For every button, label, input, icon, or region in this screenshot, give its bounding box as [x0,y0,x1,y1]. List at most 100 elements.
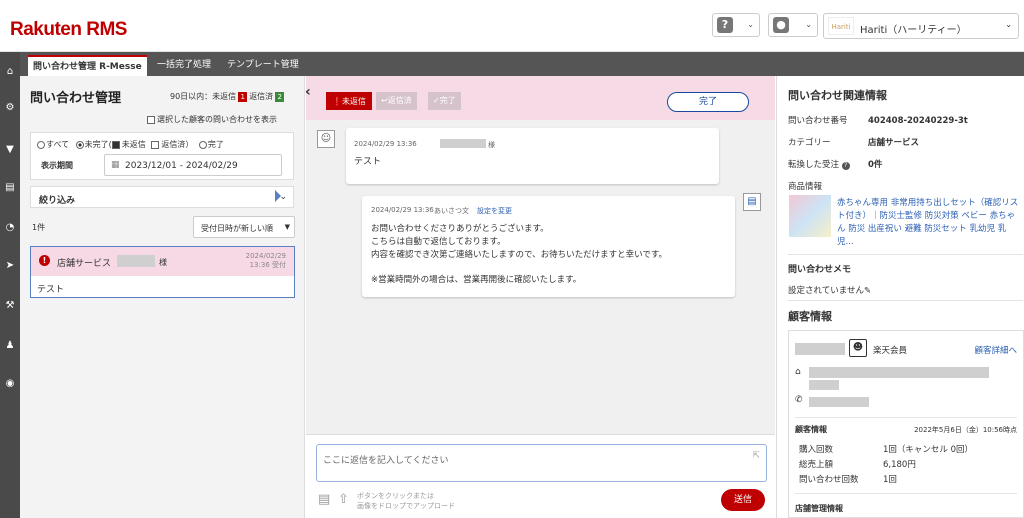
customer-info-label: 顧客情報 [795,425,827,434]
complete-button[interactable]: 完了 [667,92,749,112]
period-input[interactable]: ▦ 2023/12/01 - 2024/02/29 [104,154,282,176]
alert-icon: ! [39,255,50,266]
help-icon: ? [717,17,733,33]
cart-icon[interactable]: ▼ [4,144,16,156]
send-button[interactable]: 送信 [721,489,765,511]
shop-name: Hariti（ハーリティー） [860,25,967,36]
tab-bar: 問い合わせ管理 R-Messe 一括完了処理 テンプレート管理 [20,52,1024,76]
result-count: 1件 [32,223,46,232]
calendar-icon: ▦ [111,160,120,170]
phone-redacted [809,397,869,407]
memo-text[interactable]: 設定されていません✎ [788,284,871,296]
member-type: 楽天会員 [873,346,908,356]
customer-name-redacted [795,343,845,355]
shop-logo: Hariti [828,17,854,35]
inquiry-number-row: 問い合わせ番号 402408-20240229-3t [788,116,968,126]
inquiry-info-panel: 問い合わせ関連情報 問い合わせ番号 402408-20240229-3t カテゴリ… [776,76,1024,518]
gear-icon[interactable]: ⚙ [4,102,16,114]
left-sidebar: ⌂ ⚙ ▼ ▤ ◔ ➤ ⚒ ♟ ◉ [0,52,20,518]
stack-icon[interactable]: ▤ [4,182,16,194]
radio-complete[interactable] [198,140,207,149]
selected-arrow [275,190,281,202]
tab-template-management[interactable]: テンプレート管理 [222,55,304,76]
alert-icon: ❗ [332,97,342,106]
tools-icon[interactable]: ⚒ [4,300,16,312]
conversation-header: ❗未返信 ↩返信済 ✓完了 完了 [306,76,775,120]
inquiry-list-panel: 問い合わせ管理 90日以内：未返信 1 返信済 2 選択した顧客の問い合わせを表示 す… [20,76,305,518]
filter-card: すべて 未完了(未返信 返信済） 完了 表示期間 ▦ 2023/12/01 - … [30,132,294,180]
sort-select[interactable]: 受付日時が新しい順 ▼ [193,216,295,238]
show-selected-checkbox[interactable]: 選択した顧客の問い合わせを表示 [147,114,277,125]
customer-avatar-icon: ☺ [317,130,335,148]
user-icon: ● [773,17,789,33]
customer-card: ☻ 楽天会員 顧客詳細へ ⌂ ✆ 顧客情報 2022年5月6日（金）10:56時… [788,330,1024,518]
reply-icon: ↩ [381,96,388,105]
send-icon[interactable]: ➤ [4,260,16,272]
pencil-icon[interactable]: ✎ [864,286,871,296]
auto-reply-message: 2024/02/29 13:36 あいさつ文 設定を変更 お問い合わせくださりあ… [362,196,735,297]
collapse-chevron-icon[interactable]: ‹ [305,84,317,104]
shop-selector[interactable]: Hariti Hariti（ハーリティー） ⌄ [823,13,1019,39]
radio-all[interactable] [37,140,45,149]
narrow-down-toggle[interactable]: 絞り込み ⌄ [30,186,294,208]
file-icon[interactable]: ▤ [318,492,330,507]
customer-info-date: 2022年5月6日（金）10:56時点 [914,426,1017,434]
inquiry-date: 2024/02/29 13:36 受付 [245,252,286,269]
help-menu-button[interactable]: ? ⌄ [712,13,760,37]
list-icon[interactable]: ◉ [4,378,16,390]
phone-icon: ✆ [795,395,803,405]
tab-bulk-complete[interactable]: 一括完了処理 [152,55,216,76]
reply-textarea[interactable]: ここに返信を記入してください ⇱ [316,444,767,482]
top-bar: Rakuten RMS ? ⌄ ● ⌄ Hariti Hariti（ハーリティー… [0,0,1024,52]
expand-icon[interactable]: ⇱ [752,451,760,461]
help-icon[interactable]: ? [841,162,850,170]
user-menu-button[interactable]: ● ⌄ [768,13,818,37]
address-redacted [809,380,839,390]
status-done[interactable]: ✓完了 [428,92,461,110]
category-row: カテゴリー 店舗サービス [788,138,920,148]
total-sales-row: 総売上額 6,180円 [799,460,916,470]
address-redacted [809,367,989,378]
page-title: 問い合わせ管理 [30,91,122,106]
converted-order-row: 転換した受注 ? 0件 [788,160,883,170]
product-info-label: 商品情報 [788,182,823,192]
users-icon[interactable]: ♟ [4,340,16,352]
status-replied[interactable]: ↩返信済 [376,92,417,110]
replied-badge: 2 [275,92,285,102]
upload-icon[interactable]: ⇧ [338,492,349,507]
product-image[interactable] [789,195,831,237]
status-unreplied[interactable]: ❗未返信 [326,92,372,110]
period-label: 表示期間 [41,161,73,170]
rakuten-rms-logo[interactable]: Rakuten RMS [10,19,127,41]
member-icon: ☻ [849,339,867,357]
change-setting-link[interactable]: 設定を変更 [477,206,512,216]
store-management-label: 店舗管理情報 [795,504,843,513]
upload-hint: ボタンをクリックまたは 画像をドロップでアップロード [357,492,455,510]
check-icon: ✓ [433,96,440,105]
template-icon[interactable]: ▤ [743,193,761,211]
chevron-down-icon: ⌄ [747,20,754,29]
purchase-count-row: 購入回数 1回（キャンセル 0回） [799,445,974,455]
inquiry-category: 店舗サービス [57,259,112,269]
customer-name-redacted [440,139,486,148]
home-icon[interactable]: ⌂ [4,66,16,78]
reply-area: ここに返信を記入してください ⇱ ▤ ⇧ ボタンをクリックまたは 画像をドロップ… [306,434,775,518]
checkbox[interactable] [147,115,155,124]
checkbox-replied[interactable] [151,140,160,149]
customer-title: 顧客情報 [788,310,832,323]
inquiry-counts: 90日以内：未返信 1 返信済 2 [170,91,286,102]
conversation-panel: ❗未返信 ↩返信済 ✓完了 完了 ☺ 2024/02/29 13:36 様 テス… [306,76,775,518]
customer-name-redacted [117,255,155,267]
product-link[interactable]: 赤ちゃん専用 非常用持ち出しセット（確認リスト付き）｜防災士監修 防災対策 ベビ… [837,197,1022,249]
checkbox-unreplied[interactable] [111,140,120,149]
inquiry-count-row: 問い合わせ回数 1回 [799,475,897,485]
tab-inquiry-management[interactable]: 問い合わせ管理 R-Messe [28,55,147,76]
customer-detail-link[interactable]: 顧客詳細へ [974,344,1017,356]
inquiry-list-item[interactable]: ! 店舗サービス 様 2024/02/29 13:36 受付 テスト [30,246,295,298]
customer-message: 2024/02/29 13:36 様 テスト [346,128,719,184]
chart-icon[interactable]: ◔ [4,222,16,234]
info-title: 問い合わせ関連情報 [788,89,887,102]
caret-down-icon: ▼ [284,223,290,231]
radio-incomplete[interactable] [75,140,84,149]
inquiry-preview: テスト [37,285,65,295]
